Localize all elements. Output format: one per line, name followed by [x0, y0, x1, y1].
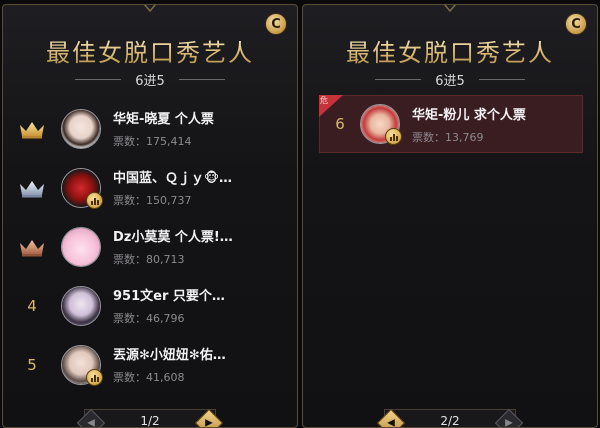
rank-number: 6 — [335, 115, 345, 133]
vote-count: 票数：80,713 — [113, 253, 185, 266]
rank-cell — [3, 237, 61, 257]
vote-count: 票数：46,796 — [113, 312, 185, 325]
rank-cell — [3, 119, 61, 139]
round-indicator: 6进5 — [303, 70, 597, 89]
contestant-name: 华矩-粉儿 求个人票 — [412, 107, 526, 123]
ranking-row-danger[interactable]: 危 6 华矩-粉儿 求个人票 票数：13,769 — [319, 95, 583, 153]
gold-crown-icon — [18, 119, 46, 139]
divider-line — [75, 79, 122, 80]
ranking-panel-page-2: C 最佳女脱口秀艺人 6进5 危 6 华矩-粉儿 求个人票 票数：13,769 … — [302, 4, 598, 428]
panel-title: 最佳女脱口秀艺人 — [3, 33, 297, 68]
chevron-left-icon: ◀ — [387, 417, 395, 428]
contestant-name: 华矩-晓夏 个人票 — [113, 112, 214, 127]
level-badge-icon — [86, 368, 103, 386]
divider-line — [375, 79, 422, 80]
round-indicator: 6进5 — [3, 70, 297, 89]
avatar[interactable] — [61, 167, 103, 209]
divider-line — [478, 79, 525, 80]
panel-top-ornament — [430, 5, 470, 12]
bronze-crown-icon — [18, 237, 46, 257]
rank-cell: 4 — [3, 297, 61, 315]
ranking-row[interactable]: 华矩-晓夏 个人票 票数：175,414 — [3, 99, 297, 158]
ranking-row[interactable]: Dz小莫莫 个人票!… 票数：80,713 — [3, 217, 297, 276]
avatar[interactable] — [61, 108, 101, 149]
ranking-row[interactable]: 中国蓝、Ｑｊｙ🐵… 票数：150,737 — [3, 158, 297, 217]
level-badge-icon — [86, 191, 103, 209]
c-coin-icon[interactable]: C — [565, 13, 587, 35]
rank-number: 5 — [27, 355, 37, 374]
vote-count: 票数：41,608 — [113, 371, 185, 384]
chevron-left-icon: ◀ — [87, 417, 95, 428]
pagination: ◀ 2/2 ▶ — [376, 408, 524, 428]
danger-tag: 危 — [319, 95, 343, 117]
divider-line — [178, 79, 225, 80]
page-indicator: 1/2 — [140, 414, 160, 428]
ranking-panel-page-1: C 最佳女脱口秀艺人 6进5 华矩-晓夏 个人票 票数：175,414 中国蓝、… — [2, 4, 298, 428]
page-indicator: 2/2 — [440, 414, 460, 428]
avatar[interactable] — [61, 344, 103, 386]
contestant-name: 中国蓝、Ｑｊｙ🐵… — [113, 171, 233, 186]
pagination: ◀ 1/2 ▶ — [76, 408, 224, 428]
level-badge-icon — [385, 128, 402, 145]
chevron-right-icon: ▶ — [205, 417, 213, 428]
contestant-name: 951文er 只要个… — [113, 289, 225, 304]
ranking-row[interactable]: 4 951文er 只要个… 票数：46,796 — [3, 276, 297, 335]
ranking-list: 华矩-晓夏 个人票 票数：175,414 中国蓝、Ｑｊｙ� — [3, 99, 297, 394]
danger-tag-label: 危 — [320, 96, 328, 105]
prev-page-button[interactable]: ◀ — [376, 408, 406, 428]
avatar[interactable] — [61, 285, 101, 326]
avatar[interactable] — [61, 226, 101, 267]
round-label: 6进5 — [435, 74, 465, 89]
c-coin-icon[interactable]: C — [265, 13, 287, 35]
silver-crown-icon — [18, 178, 46, 198]
contestant-name: 丟源✻小妞妞✻佑… — [113, 348, 226, 363]
next-page-button[interactable]: ▶ — [494, 408, 524, 428]
next-page-button[interactable]: ▶ — [194, 408, 224, 428]
ranking-row[interactable]: 5 丟源✻小妞妞✻佑… 票数：41,608 — [3, 335, 297, 394]
rank-cell: 6 — [320, 115, 360, 133]
vote-count: 票数：175,414 — [113, 135, 192, 148]
contestant-name: Dz小莫莫 个人票!… — [113, 230, 233, 245]
vote-count: 票数：150,737 — [113, 194, 192, 207]
vote-count: 票数：13,769 — [412, 130, 484, 144]
avatar[interactable] — [360, 104, 402, 145]
prev-page-button[interactable]: ◀ — [76, 408, 106, 428]
panel-title: 最佳女脱口秀艺人 — [303, 33, 597, 68]
round-label: 6进5 — [135, 74, 165, 89]
rank-number: 4 — [27, 296, 37, 315]
chevron-right-icon: ▶ — [505, 417, 513, 428]
panel-top-ornament — [130, 5, 170, 12]
rank-cell: 5 — [3, 356, 61, 374]
rank-cell — [3, 178, 61, 198]
